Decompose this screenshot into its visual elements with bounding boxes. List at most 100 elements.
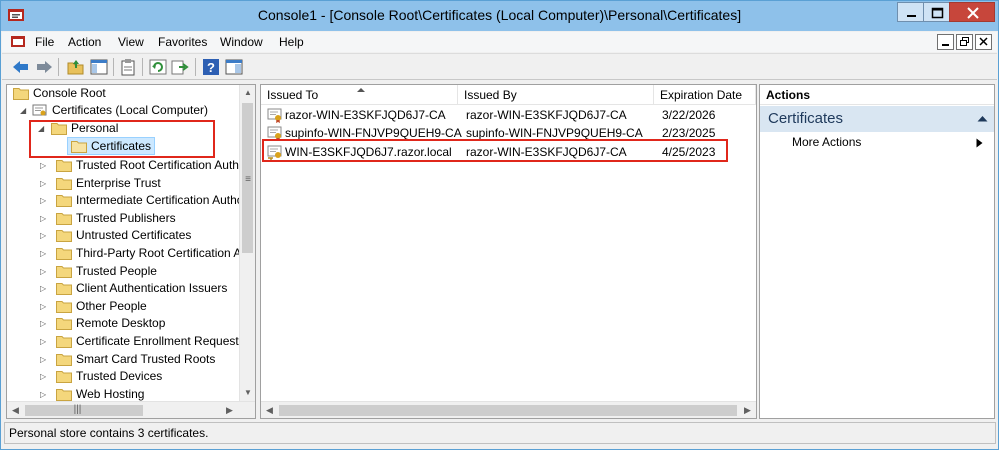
tree-node-store[interactable]: ▷ Trusted People [7,263,237,280]
expand-arrow-icon[interactable]: ▷ [40,192,50,209]
folder-icon [56,248,72,260]
minimize-icon [942,44,949,46]
maximize-button[interactable] [923,2,950,22]
menu-help[interactable]: Help [279,35,304,49]
menu-window[interactable]: Window [220,35,263,49]
scrollbar-thumb[interactable] [279,405,737,416]
export-list-icon[interactable] [170,58,190,76]
tree-horizontal-scrollbar[interactable]: ◀ ||| ▶ [7,401,255,418]
folder-icon [56,336,72,348]
actions-section-label: Certificates [768,110,844,127]
scroll-right-icon[interactable]: ▶ [221,402,238,419]
cell-expiration: 4/25/2023 [662,145,716,159]
expand-arrow-icon[interactable]: ▷ [40,298,50,315]
expand-arrow-icon[interactable]: ▷ [40,157,50,174]
tree-node-store[interactable]: ▷ Intermediate Certification Autho [7,192,240,209]
expand-arrow-icon[interactable]: ▷ [40,386,50,401]
table-row[interactable]: WIN-E3SKFJQD6J7.razor.local razor-WIN-E3… [263,142,753,162]
column-header-issued-by[interactable]: Issued By [458,85,654,105]
action-pane-icon[interactable] [224,58,244,76]
tree-node-store[interactable]: ▷ Untrusted Certificates [7,227,237,244]
expand-arrow-icon[interactable]: ▷ [40,315,50,332]
title-bar[interactable]: Console1 - [Console Root\Certificates (L… [1,1,998,31]
list-horizontal-scrollbar[interactable]: ◀ ▶ [261,401,756,418]
scroll-down-icon[interactable]: ▼ [240,385,256,401]
child-restore-button[interactable] [956,34,973,50]
child-minimize-button[interactable] [937,34,954,50]
tree-label: Remote Desktop [76,316,166,331]
scroll-left-icon[interactable]: ◀ [7,402,24,419]
show-hide-tree-icon[interactable] [89,58,109,76]
expand-arrow-icon[interactable]: ▷ [40,227,50,244]
refresh-icon[interactable] [148,58,168,76]
tree-node-store[interactable]: ▷ Remote Desktop [7,315,237,332]
certificate-list-pane[interactable]: Issued To Issued By Expiration Date razo… [260,84,757,419]
close-icon [979,37,988,46]
more-actions-link[interactable]: More Actions [792,135,861,149]
menu-action[interactable]: Action [68,35,101,49]
toolbar: ? [2,53,997,80]
tree-vertical-scrollbar[interactable]: ▲ ≡ ▼ [239,85,255,401]
minimize-button[interactable] [897,2,924,22]
tree-node-certificates[interactable]: Certificates [67,137,155,155]
cell-expiration: 2/23/2025 [662,126,716,140]
expand-arrow-icon[interactable]: ▷ [40,175,50,192]
tree-label: Trusted Publishers [76,210,176,225]
expand-arrow-icon[interactable]: ▷ [40,245,50,262]
menu-file[interactable]: File [35,35,54,49]
tree-node-store[interactable]: ▷ Trusted Root Certification Autho [7,157,240,174]
console-tree-pane[interactable]: Console Root ◢ Certificates (Local Compu… [6,84,256,419]
tree-node-store[interactable]: ▷ Other People [7,298,237,315]
column-header-expiration-date[interactable]: Expiration Date [654,85,756,105]
tree-label: Untrusted Certificates [76,228,192,243]
tree-node-certificates-local-computer[interactable]: ◢ Certificates (Local Computer) [7,102,237,119]
tree-node-store[interactable]: ▷ Web Hosting [7,386,237,401]
collapse-up-icon[interactable] [977,115,988,122]
expand-arrow-icon[interactable]: ▷ [40,368,50,385]
tree-node-console-root[interactable]: Console Root [7,85,237,102]
scroll-grip-icon: ≡ [245,174,251,185]
scroll-up-icon[interactable]: ▲ [240,85,256,101]
tree-node-personal[interactable]: ◢ Personal [7,120,237,137]
console-menu-icon[interactable] [10,34,26,49]
collapse-arrow-icon[interactable]: ◢ [20,102,30,119]
scroll-right-icon[interactable]: ▶ [739,402,756,419]
column-header-issued-to[interactable]: Issued To [261,85,458,105]
tree-node-store[interactable]: ▷ Smart Card Trusted Roots [7,351,237,368]
folder-icon [56,195,72,208]
actions-section-certificates[interactable]: Certificates [760,106,994,132]
submenu-arrow-icon[interactable] [976,138,983,148]
expand-arrow-icon[interactable]: ▷ [40,210,50,227]
tree-node-store[interactable]: ▷ Client Authentication Issuers [7,280,237,297]
expand-arrow-icon[interactable]: ▷ [40,333,50,350]
back-icon[interactable] [11,58,31,76]
table-row[interactable]: supinfo-WIN-FNJVP9QUEH9-CA supinfo-WIN-F… [263,123,753,143]
tree-node-store[interactable]: ▷ Enterprise Trust [7,175,237,192]
tree-node-store[interactable]: ▷ Trusted Publishers [7,210,237,227]
child-close-button[interactable] [975,34,992,50]
expand-arrow-icon[interactable]: ▷ [40,351,50,368]
tree-node-store[interactable]: ▷ Certificate Enrollment Requests [7,333,240,350]
clipboard-icon[interactable] [118,58,138,76]
collapse-arrow-icon[interactable]: ◢ [38,120,48,137]
menu-favorites[interactable]: Favorites [158,35,207,49]
tree-node-store[interactable]: ▷ Trusted Devices [7,368,237,385]
cell-issued-by: razor-WIN-E3SKFJQD6J7-CA [466,145,627,159]
cell-issued-to: WIN-E3SKFJQD6J7.razor.local [285,145,452,159]
table-row[interactable]: razor-WIN-E3SKFJQD6J7-CA razor-WIN-E3SKF… [263,105,753,125]
tree-node-store[interactable]: ▷ Third-Party Root Certification Au [7,245,240,262]
expand-arrow-icon[interactable]: ▷ [40,280,50,297]
help-icon[interactable]: ? [201,58,221,76]
forward-icon[interactable] [34,58,54,76]
menu-view[interactable]: View [118,35,144,49]
actions-pane: Actions Certificates More Actions [759,84,995,419]
close-button[interactable] [949,2,995,22]
scroll-left-icon[interactable]: ◀ [261,402,278,419]
expand-arrow-icon[interactable]: ▷ [40,263,50,280]
folder-icon [56,160,72,172]
certificate-key-icon [267,145,282,160]
folder-icon [56,230,72,243]
up-folder-icon[interactable] [66,58,86,76]
tree-content: Console Root ◢ Certificates (Local Compu… [7,85,240,401]
folder-icon [56,388,72,401]
